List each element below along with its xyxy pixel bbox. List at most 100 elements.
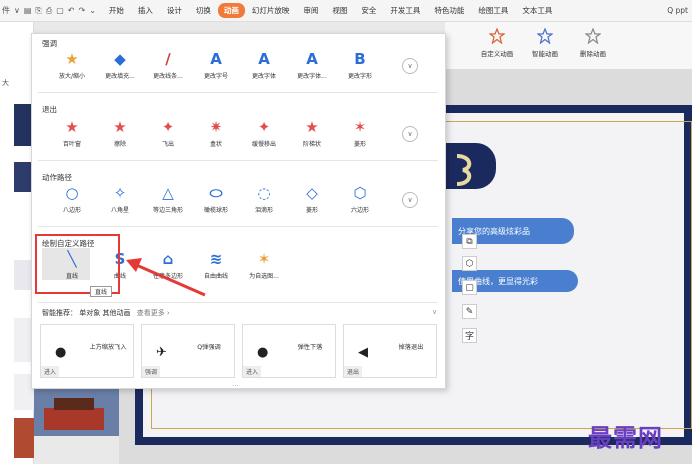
- tab-5[interactable]: 幻灯片放映: [245, 5, 297, 16]
- tab-9[interactable]: 开发工具: [383, 5, 427, 16]
- football-icon: ⬭: [209, 184, 223, 202]
- card-name: Q弹强调: [197, 344, 221, 351]
- tab-10[interactable]: 特色功能: [427, 5, 471, 16]
- effect-label: 盒状: [209, 141, 222, 148]
- card-preview-icon: ●: [55, 345, 67, 360]
- chevron-down-icon[interactable]: ∨: [14, 6, 20, 15]
- exit-effect-1[interactable]: ★ 擦除: [96, 118, 144, 156]
- slide-thumbnail-image[interactable]: [34, 388, 119, 436]
- ornament-scroll-icon: [456, 154, 472, 186]
- tab-4[interactable]: 动画: [217, 3, 245, 18]
- effect-label: 更改字体: [251, 73, 276, 80]
- pen-icon[interactable]: ✎: [462, 304, 477, 319]
- smart-card-3[interactable]: ◀ 掉落退出 退出: [343, 324, 437, 378]
- redo-icon[interactable]: ↷: [79, 6, 86, 15]
- divider: [38, 226, 438, 227]
- smart-animation-label: 智能动画: [532, 50, 558, 58]
- exit-effect-6[interactable]: ✶ 菱形: [336, 118, 384, 156]
- shape-style-icon[interactable]: ⬡: [462, 256, 477, 271]
- emphasis-effect-0[interactable]: ★ 放大/缩小: [48, 50, 96, 88]
- expand-motion-icon[interactable]: ∨: [402, 192, 418, 208]
- more-icon[interactable]: ⌄: [89, 6, 96, 15]
- text-tool-button[interactable]: 字: [462, 328, 477, 343]
- print-icon[interactable]: ⎙: [46, 6, 52, 16]
- motion-effect-2[interactable]: △ 等边三角形: [144, 184, 192, 222]
- save-icon[interactable]: ▤: [24, 6, 32, 15]
- resize-grip-icon[interactable]: ···: [232, 382, 239, 388]
- ribbon-tabs: 开始 插入 设计 切换 动画 幻灯片放映 审阅 视图 安全 开发工具 特色功能 绘图工具 文本工具: [102, 3, 560, 18]
- see-more-link[interactable]: 查看更多 ›: [137, 309, 170, 317]
- tab-7[interactable]: 视图: [325, 5, 354, 16]
- tab-12[interactable]: 文本工具: [515, 5, 559, 16]
- ribbon-animation-group: 自定义动画 智能动画 删除动画: [445, 22, 692, 70]
- effect-label: 百叶窗: [62, 141, 81, 148]
- stairs-icon: ★: [305, 118, 319, 136]
- slow-out-icon: ✦: [257, 118, 271, 136]
- motion-effect-3[interactable]: ⬭ 橄榄球形: [192, 184, 240, 222]
- tab-3[interactable]: 切换: [189, 5, 218, 16]
- smart-sub[interactable]: 单对象 其他动画: [79, 309, 130, 317]
- emphasis-effect-6[interactable]: B 更改字形: [336, 50, 384, 88]
- box-icon: ✷: [209, 118, 223, 136]
- smart-animation-button[interactable]: 智能动画: [521, 28, 569, 58]
- effect-label: 为自选图...: [249, 273, 279, 280]
- motion-effect-5[interactable]: ◇ 菱形: [288, 184, 336, 222]
- expand-emphasis-icon[interactable]: ∨: [402, 58, 418, 74]
- divider: [38, 302, 438, 303]
- card-tag: 进入: [41, 366, 60, 377]
- tab-6[interactable]: 审阅: [296, 5, 325, 16]
- emphasis-effect-5[interactable]: A 更改字体...: [288, 50, 336, 88]
- motion-path-row: ○ 八边形 ✧ 八角星 △ 等边三角形 ⬭ 橄榄球形 ◌ 泪滴形 ◇ 菱形 ⬡ 六边形: [48, 184, 384, 222]
- emphasis-effect-3[interactable]: A 更改字号: [192, 50, 240, 88]
- card-tag: 强调: [142, 366, 161, 377]
- motion-effect-6[interactable]: ⬡ 六边形: [336, 184, 384, 222]
- motion-effect-4[interactable]: ◌ 泪滴形: [240, 184, 288, 222]
- card-preview-icon: ◀: [358, 345, 368, 360]
- sparkle-star-icon: [537, 28, 553, 44]
- effect-label: 等边三角形: [152, 207, 183, 214]
- custom-effect-4[interactable]: ✶ 为自选图...: [240, 250, 288, 288]
- preview-icon[interactable]: ▢: [56, 6, 64, 15]
- file-menu-stub[interactable]: 件: [2, 5, 10, 16]
- tab-0[interactable]: 开始: [102, 5, 131, 16]
- exit-effect-0[interactable]: ★ 百叶窗: [48, 118, 96, 156]
- collapse-icon[interactable]: ∨: [432, 308, 437, 316]
- tab-1[interactable]: 插入: [131, 5, 160, 16]
- tab-8[interactable]: 安全: [354, 5, 383, 16]
- menu-bar: 件 ∨ ▤ ⎘ ⎙ ▢ ↶ ↷ ⌄ 开始 插入 设计 切换 动画 幻灯片放映 审阅 视图 安全开…: [0, 0, 692, 22]
- effect-label: 放大/缩小: [58, 73, 86, 80]
- smart-card-2[interactable]: ● 弹性下落 进入: [242, 324, 336, 378]
- exit-effect-5[interactable]: ★ 阶梯状: [288, 118, 336, 156]
- effect-label: 缓慢移出: [251, 141, 276, 148]
- exit-row: ★ 百叶窗 ★ 擦除 ✦ 飞出 ✷ 盒状 ✦ 缓慢移出 ★ 阶梯状 ✶ 菱形: [48, 118, 384, 156]
- motion-effect-1[interactable]: ✧ 八角星: [96, 184, 144, 222]
- smart-card-0[interactable]: ● 上方缩放飞入 进入: [40, 324, 134, 378]
- change-style-icon: B: [354, 50, 366, 68]
- star-icon: [489, 28, 505, 44]
- frame-icon[interactable]: ▢: [462, 280, 477, 295]
- watermark: 最需网: [588, 423, 663, 452]
- smart-card-1[interactable]: ✈ Q弹强调 强调: [141, 324, 235, 378]
- change-font-color-icon: A: [306, 50, 318, 68]
- search-box[interactable]: Q ppt: [667, 6, 692, 15]
- exit-effect-3[interactable]: ✷ 盒状: [192, 118, 240, 156]
- layers-icon[interactable]: ⧉: [462, 234, 477, 249]
- slide-thumbnail[interactable]: [14, 418, 34, 458]
- change-size-icon: A: [210, 50, 222, 68]
- tab-2[interactable]: 设计: [160, 5, 189, 16]
- custom-animation-button[interactable]: 自定义动画: [473, 28, 521, 58]
- expand-exit-icon[interactable]: ∨: [402, 126, 418, 142]
- emphasis-effect-2[interactable]: ∕ 更改线条...: [144, 50, 192, 88]
- tab-11[interactable]: 绘图工具: [471, 5, 515, 16]
- exit-effect-4[interactable]: ✦ 缓慢移出: [240, 118, 288, 156]
- card-name: 弹性下落: [297, 344, 323, 351]
- eight-star-icon: ✧: [113, 184, 127, 202]
- exit-effect-2[interactable]: ✦ 飞出: [144, 118, 192, 156]
- copy-icon[interactable]: ⎘: [35, 6, 41, 16]
- emphasis-effect-4[interactable]: A 更改字体: [240, 50, 288, 88]
- emphasis-row: ★ 放大/缩小 ◆ 更改填充... ∕ 更改线条... A 更改字号 A 更改字体 A 更改字体...…: [48, 50, 384, 88]
- emphasis-effect-1[interactable]: ◆ 更改填充...: [96, 50, 144, 88]
- delete-animation-button[interactable]: 删除动画: [569, 28, 617, 58]
- undo-icon[interactable]: ↶: [68, 6, 75, 15]
- motion-effect-0[interactable]: ○ 八边形: [48, 184, 96, 222]
